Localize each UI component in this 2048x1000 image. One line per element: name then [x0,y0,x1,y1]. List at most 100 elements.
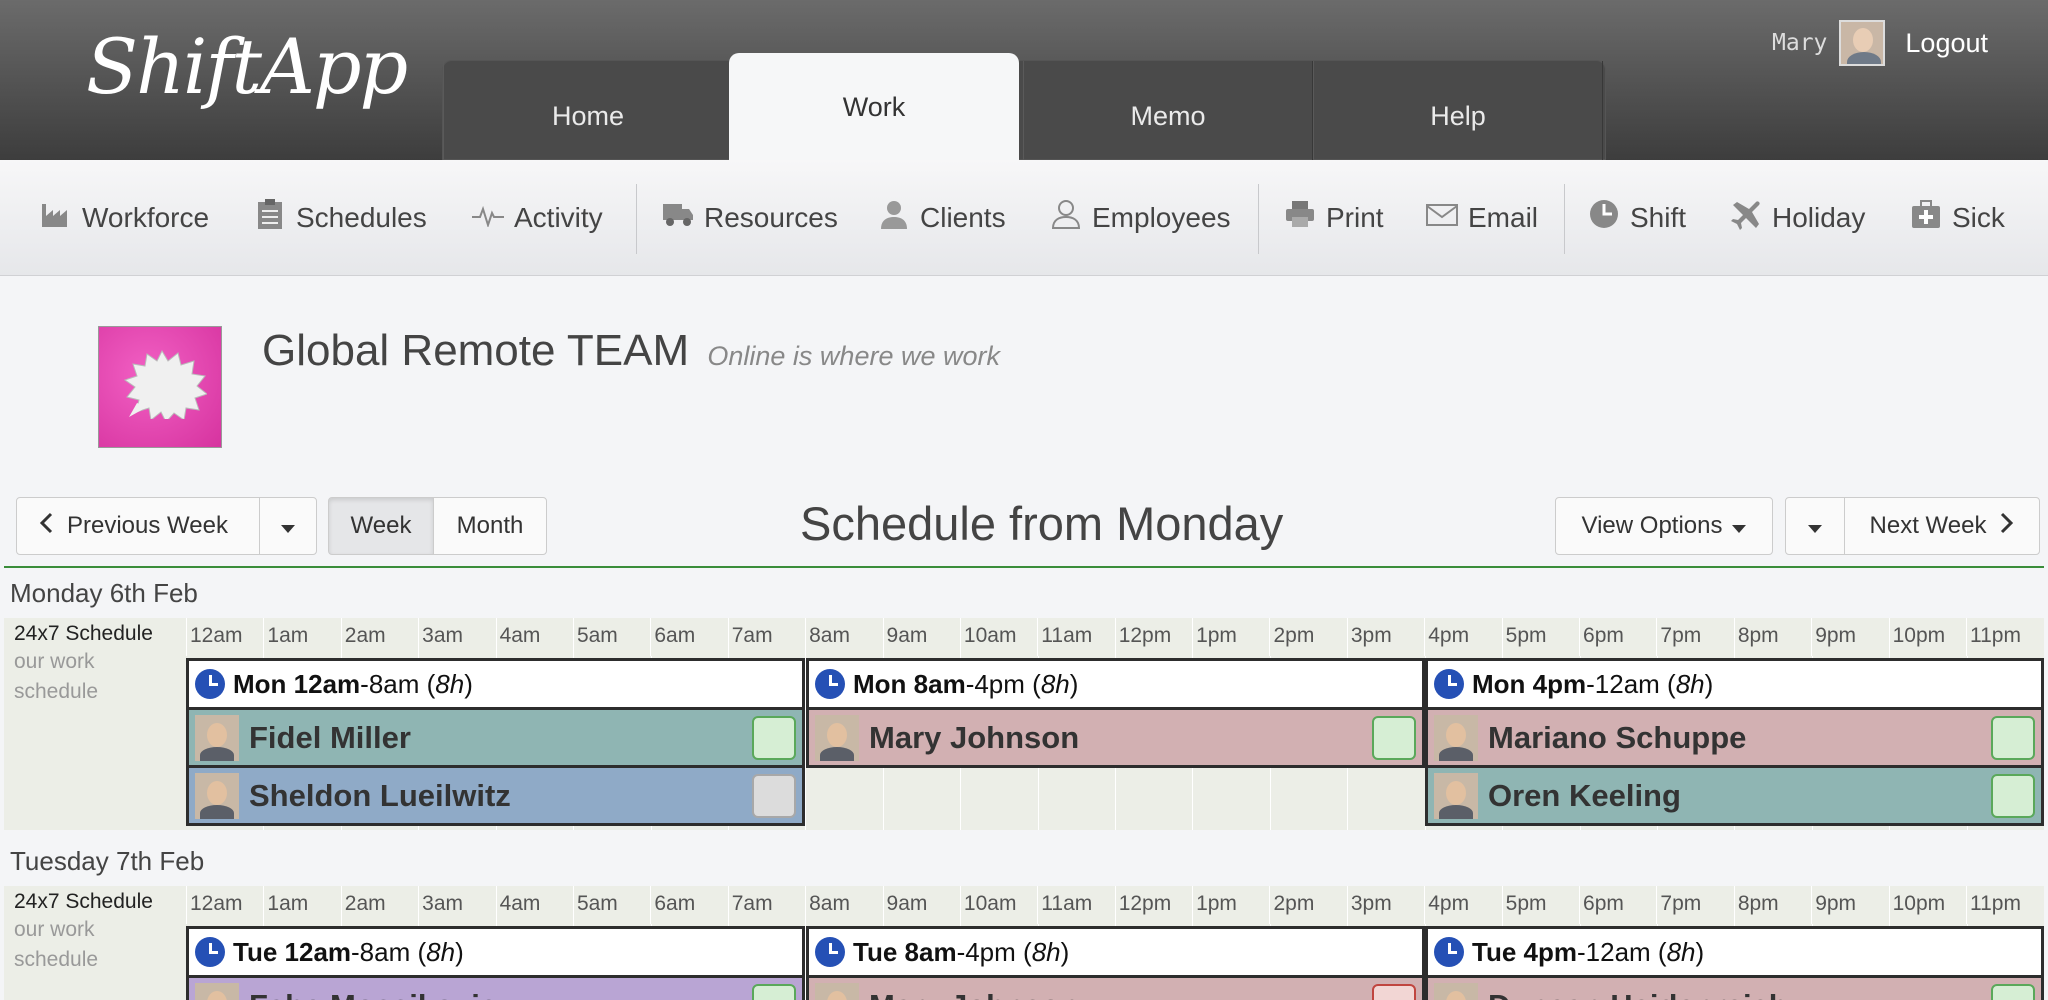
employee-row[interactable]: Fidel Miller [189,707,802,765]
tab-help[interactable]: Help [1313,61,1603,161]
airplane-icon [1730,198,1762,238]
caret-down-icon [281,512,295,540]
app-logo[interactable]: ShiftApp [86,22,408,111]
schedules-label: Schedules [296,202,427,233]
schedule-desc: our work [14,650,95,673]
view-options-button[interactable]: View Options [1555,497,1773,555]
clock-icon [1588,199,1620,237]
caret-down-icon [1808,512,1822,540]
shift-end: -4pm ( [965,668,1041,699]
hour-label: 4pm [1424,886,1501,924]
user-name[interactable]: Mary [1772,30,1827,56]
shift-header[interactable]: Tue 8am -4pm (8h) [809,929,1422,975]
resources-button[interactable]: Resources [662,196,838,240]
employee-name: Mary Johnson [869,988,1079,1000]
schedule-name[interactable]: 24x7 Schedule [4,618,186,646]
employee-avatar [1434,772,1478,819]
employee-name: Fabe Mossikovic [249,988,497,1000]
hour-label: 4am [495,618,573,656]
shift-block[interactable]: Mon 8am -4pm (8h) Mary Johnson [806,658,1425,768]
sick-label: Sick [1952,202,2005,233]
shift-header[interactable]: Mon 12am -8am (8h) [189,661,802,707]
shift-block[interactable]: Tue 4pm -12am (8h) Duncan Heidenreich [1425,926,2044,1000]
employee-row[interactable]: Mariano Schuppe [1428,707,2041,765]
status-checkbox[interactable] [1372,716,1416,760]
schedule-title: Schedule from Monday [800,497,1284,550]
resources-label: Resources [704,202,838,233]
shift-start: Mon 4pm [1472,668,1587,699]
email-button[interactable]: Email [1426,196,1538,240]
hour-label: 12am [186,618,263,656]
schedule-name[interactable]: 24x7 Schedule [4,886,186,914]
shift-header[interactable]: Mon 4pm -12am (8h) [1428,661,2041,707]
hour-label: 11pm [1965,886,2043,924]
activity-button[interactable]: Activity [472,196,603,240]
print-button[interactable]: Print [1284,196,1384,240]
employee-row[interactable]: Mary Johnson [809,975,1422,1000]
status-checkbox[interactable] [752,716,796,760]
status-checkbox[interactable] [1372,984,1416,1000]
shift-block[interactable]: Mon 12am -8am (8h) Fidel Miller Sheldon … [186,658,805,826]
employee-row[interactable]: Oren Keeling [1428,765,2041,823]
previous-week-dropdown[interactable] [259,497,317,555]
month-view-button[interactable]: Month [433,497,547,555]
chevron-right-icon [2000,512,2014,541]
sick-button[interactable]: Sick [1910,196,2005,240]
hour-label: 8am [805,886,882,924]
hour-label: 2pm [1269,886,1346,924]
previous-week-button[interactable]: Previous Week [16,497,260,555]
hour-label: 1pm [1192,886,1269,924]
next-week-button[interactable]: Next Week [1844,497,2040,555]
shift-block[interactable]: Mon 4pm -12am (8h) Mariano Schuppe Oren … [1425,658,2044,826]
shift-block[interactable]: Tue 12am -8am (8h) Fabe Mossikovic [186,926,805,1000]
employee-name: Mary Johnson [869,719,1080,755]
status-checkbox[interactable] [1991,984,2035,1000]
hour-label: 11am [1037,618,1114,656]
shift-header[interactable]: Tue 4pm -12am (8h) [1428,929,2041,975]
tab-home[interactable]: Home [443,61,733,161]
next-week-dropdown[interactable] [1785,497,1845,555]
schedules-button[interactable]: Schedules [254,196,427,240]
shift-header[interactable]: Mon 8am -4pm (8h) [809,661,1422,707]
hour-label: 9pm [1811,618,1888,656]
print-label: Print [1326,202,1384,233]
employee-row[interactable]: Fabe Mossikovic [189,975,802,1000]
status-checkbox[interactable] [1991,716,2035,760]
user-avatar[interactable] [1839,20,1886,66]
hours-header: 12am 1am 2am 3am 4am 5am 6am 7am 8am 9am 10am 11am 1… [186,618,2044,656]
shift-label: Shift [1630,202,1687,233]
hour-label: 11pm [1965,618,2043,656]
employees-button[interactable]: Employees [1050,196,1231,240]
shift-block[interactable]: Tue 8am -4pm (8h) Mary Johnson [806,926,1425,1000]
employee-row[interactable]: Duncan Heidenreich [1428,975,2041,1000]
logout-link[interactable]: Logout [1905,28,1988,59]
holiday-button[interactable]: Holiday [1730,196,1865,240]
clients-button[interactable]: Clients [878,196,1006,240]
divider-line [4,566,2044,568]
shift-start: Tue 4pm [1472,936,1577,967]
team-motto: Online is where we work [707,341,1000,371]
hour-label: 2am [340,886,418,924]
employee-row[interactable]: Sheldon Lueilwitz [189,765,802,823]
shift-button[interactable]: Shift [1588,196,1686,240]
employee-name: Fidel Miller [249,719,411,755]
status-checkbox[interactable] [1991,774,2035,818]
clipboard-icon [254,198,286,238]
team-title: Global Remote TEAM Online is where we wo… [262,326,1000,376]
shift-header[interactable]: Tue 12am -8am (8h) [189,929,802,975]
status-checkbox[interactable] [752,984,796,1000]
employee-row[interactable]: Mary Johnson [809,707,1422,765]
secondary-toolbar: Workforce Schedules Activity Resources C… [0,160,2048,276]
employee-avatar [195,714,239,761]
status-checkbox[interactable] [752,774,796,818]
tab-work[interactable]: Work [729,53,1019,161]
shift-duration: 8h [1666,936,1696,967]
hour-label: 9am [882,618,960,656]
shift-end: -8am ( [360,668,436,699]
workforce-button[interactable]: Workforce [40,196,209,240]
week-view-button[interactable]: Week [328,497,434,555]
client-icon [878,199,910,237]
schedule-desc: schedule [14,680,99,703]
main-tabs: Home Work Memo Help [442,53,1606,161]
tab-memo[interactable]: Memo [1023,61,1313,161]
